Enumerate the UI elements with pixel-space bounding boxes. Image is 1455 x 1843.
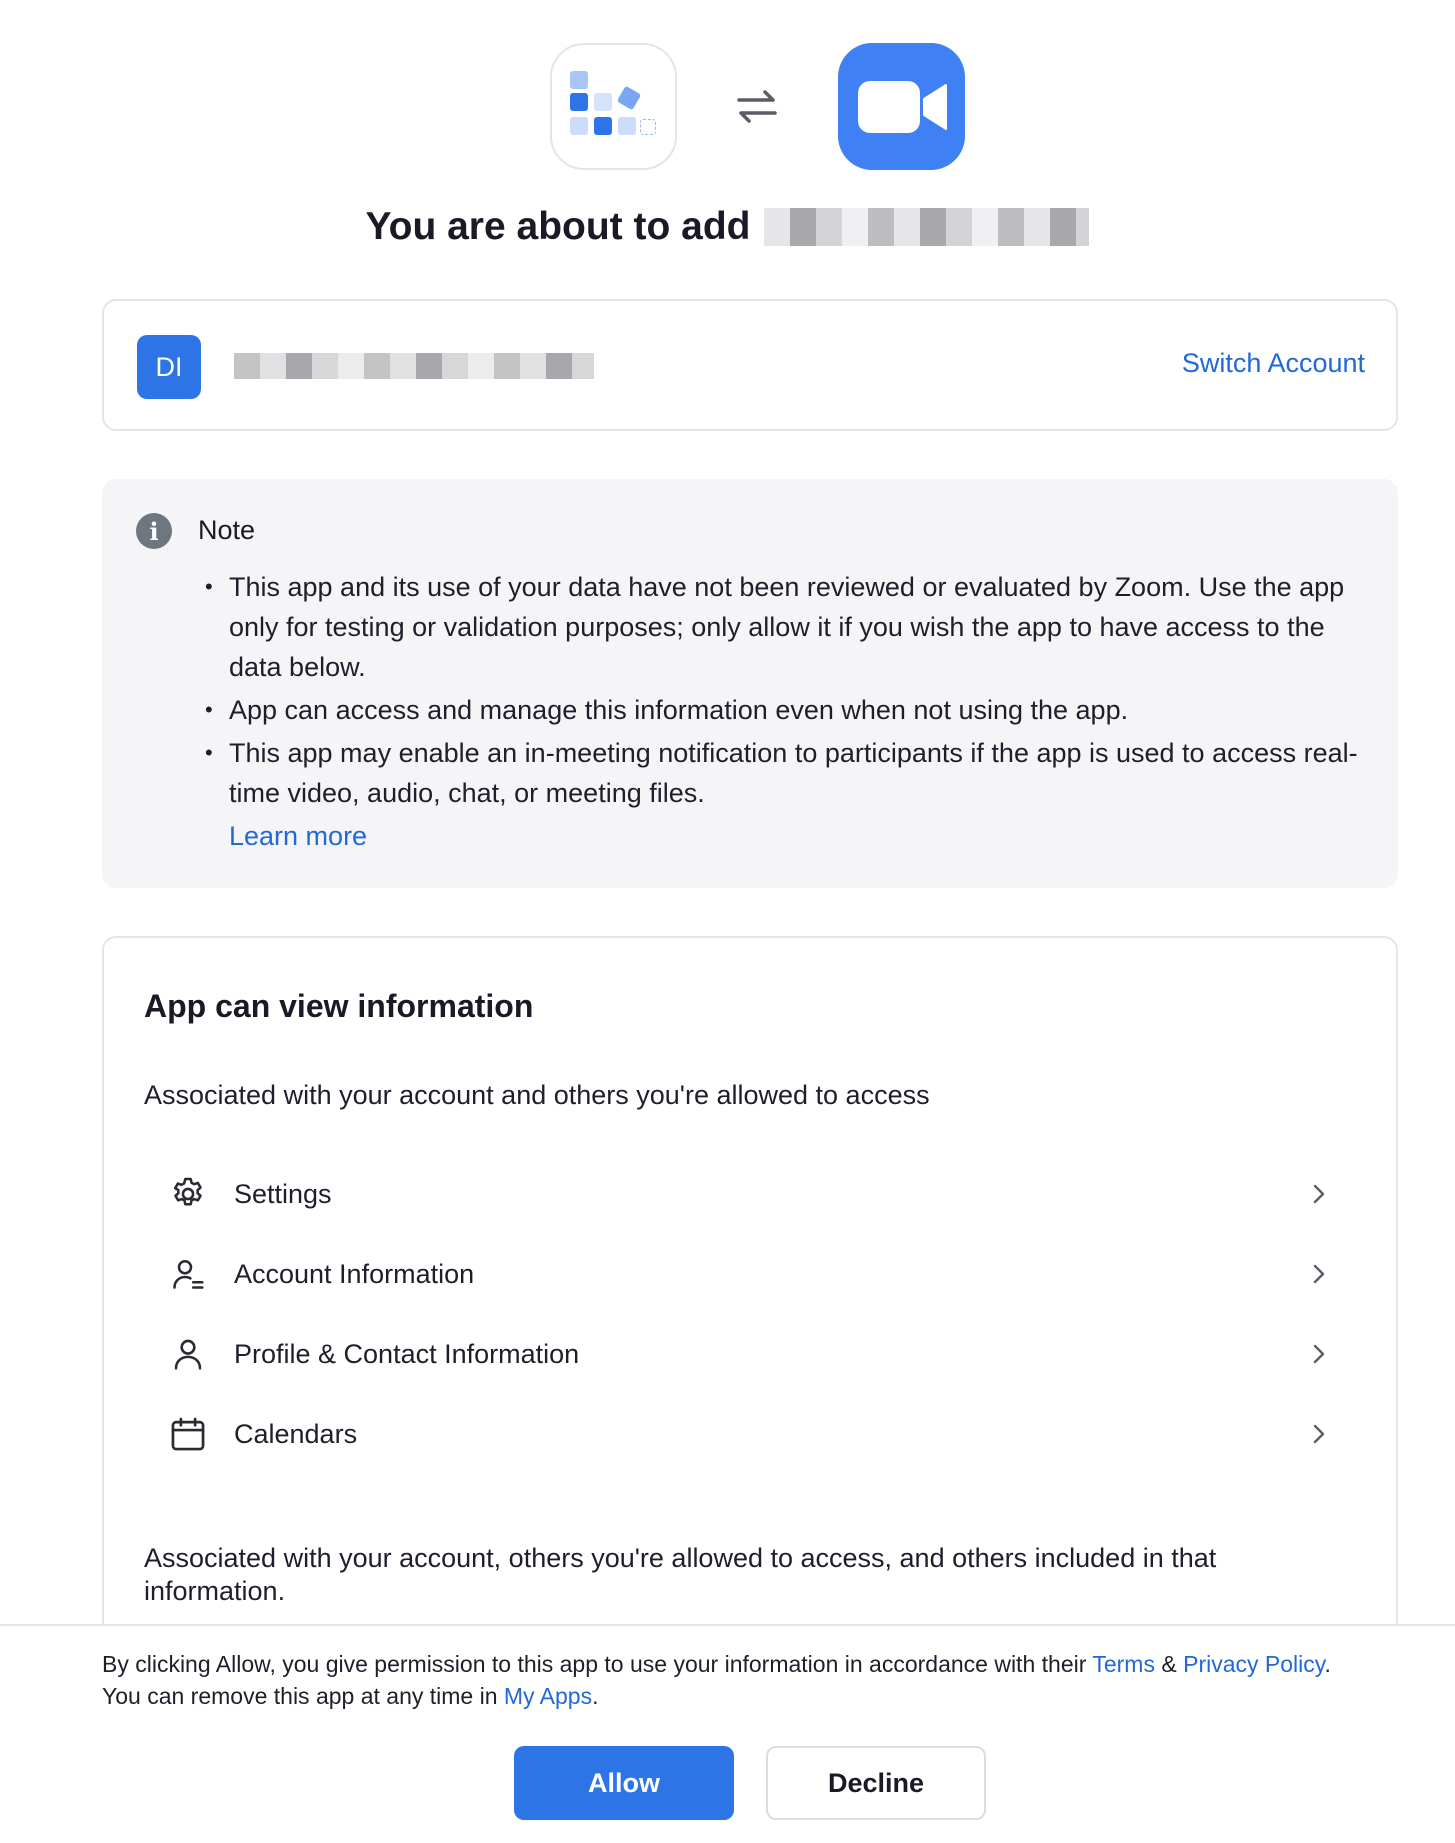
allow-button[interactable]: Allow xyxy=(514,1746,734,1820)
my-apps-link[interactable]: My Apps xyxy=(504,1683,592,1709)
permissions-card: App can view information Associated with… xyxy=(102,936,1398,1676)
calendar-icon xyxy=(168,1414,208,1454)
chevron-right-icon xyxy=(1313,1264,1325,1284)
learn-more-link[interactable]: Learn more xyxy=(229,821,367,852)
permissions-title: App can view information xyxy=(144,988,534,1024)
app-logo xyxy=(550,43,677,170)
user-icon xyxy=(168,1334,208,1374)
consent-period-2: . xyxy=(592,1683,599,1709)
note-box: i Note This app and its use of your data… xyxy=(102,479,1398,888)
permission-label: Account Information xyxy=(234,1258,475,1289)
consent-period: . xyxy=(1324,1651,1331,1677)
redacted-account-name xyxy=(234,353,594,379)
info-icon: i xyxy=(136,513,172,549)
permission-item-calendars[interactable]: Calendars xyxy=(144,1404,1358,1464)
avatar: DI xyxy=(137,335,201,399)
chevron-right-icon xyxy=(1313,1344,1325,1364)
account-info-icon xyxy=(168,1254,208,1294)
consent-text: By clicking Allow, you give permission t… xyxy=(102,1648,1402,1712)
permission-item-settings[interactable]: Settings xyxy=(144,1164,1358,1224)
permission-label: Profile & Contact Information xyxy=(234,1338,580,1369)
permissions-subtitle-2: Associated with your account, others you… xyxy=(144,1543,1217,1606)
permission-item-profile-contact[interactable]: Profile & Contact Information xyxy=(144,1324,1358,1384)
page-title: You are about to add xyxy=(0,202,1455,252)
permission-item-account-information[interactable]: Account Information xyxy=(144,1244,1358,1304)
permission-label: Settings xyxy=(234,1178,332,1209)
title-text: You are about to add xyxy=(365,205,751,248)
switch-account-link[interactable]: Switch Account xyxy=(1182,348,1365,379)
zoom-logo xyxy=(838,43,965,170)
note-item: This app may enable an in-meeting notifi… xyxy=(205,733,1359,813)
privacy-policy-link[interactable]: Privacy Policy xyxy=(1183,1651,1324,1677)
chevron-right-icon xyxy=(1313,1184,1325,1204)
terms-link[interactable]: Terms xyxy=(1092,1651,1155,1677)
note-list: This app and its use of your data have n… xyxy=(205,567,1359,816)
note-item: App can access and manage this informati… xyxy=(205,690,1359,730)
note-item: This app and its use of your data have n… xyxy=(205,567,1359,687)
permission-label: Calendars xyxy=(234,1418,358,1449)
redacted-app-name xyxy=(764,208,1090,246)
note-title: Note xyxy=(198,515,256,545)
chevron-right-icon xyxy=(1313,1424,1325,1444)
decline-button[interactable]: Decline xyxy=(766,1746,986,1820)
remove-text: You can remove this app at any time in xyxy=(102,1683,504,1709)
consent-amp: & xyxy=(1154,1651,1184,1677)
video-camera-icon xyxy=(858,81,947,133)
gear-icon xyxy=(168,1174,208,1214)
permissions-subtitle: Associated with your account and others … xyxy=(144,1080,930,1110)
swap-arrows-icon xyxy=(737,90,777,123)
consent-footer: By clicking Allow, you give permission t… xyxy=(0,1624,1455,1843)
account-card: DI Switch Account xyxy=(102,299,1398,431)
consent-prefix: By clicking Allow, you give permission t… xyxy=(102,1651,1093,1677)
